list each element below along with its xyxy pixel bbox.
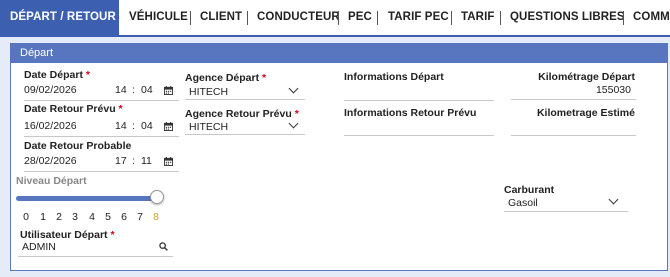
calendar-icon[interactable] [164,157,173,166]
tab-separator [338,11,339,25]
tab-conducteur[interactable]: CONDUCTEUR [257,0,340,35]
date-retour-prevu-hour[interactable]: 14 [115,120,127,132]
date-retour-prevu-input[interactable]: 16/02/2026 [24,120,77,132]
date-depart-hour[interactable]: 14 [115,84,127,96]
depart-panel: Départ Date Départ * 09/02/2026 14 : 04 … [10,43,668,271]
km-depart-input[interactable]: 155030 [531,84,631,96]
date-depart-input[interactable]: 09/02/2026 [24,84,77,96]
input-underline [344,135,494,136]
niveau-tick-5: 5 [105,211,111,223]
chevron-down-icon[interactable] [288,118,299,129]
tab-client[interactable]: CLIENT [200,0,242,35]
tab-bar: DÉPART / RETOUR VÉHICULE CLIENT CONDUCTE… [0,0,670,37]
chevron-down-icon[interactable] [288,83,299,94]
date-retour-probable-input[interactable]: 28/02/2026 [24,155,77,167]
tab-separator [247,11,248,25]
input-underline [344,100,494,101]
niveau-tick-0: 0 [23,211,29,223]
agence-depart-label: Agence Départ * [185,72,267,84]
tab-vehicule[interactable]: VÉHICULE [129,0,188,35]
niveau-tick-4: 4 [89,211,95,223]
date-retour-prevu-label: Date Retour Prévu * [24,103,123,115]
input-underline [185,134,305,135]
date-retour-prevu-minute[interactable]: 04 [141,120,153,132]
tab-depart-retour[interactable]: DÉPART / RETOUR [0,0,119,35]
input-underline [185,99,305,100]
utilisateur-depart-input[interactable]: ADMIN [22,241,56,253]
date-retour-probable-minute[interactable]: 11 [141,155,152,167]
input-underline [511,135,636,136]
tab-separator [190,11,191,25]
tab-separator [623,11,624,25]
agence-depart-select[interactable]: HITECH [189,86,228,98]
tab-pec[interactable]: PEC [348,0,372,35]
time-colon: : [132,155,135,167]
date-retour-probable-label: Date Retour Probable [24,140,132,152]
input-underline [511,99,636,100]
tab-separator [377,11,378,25]
niveau-depart-label: Niveau Départ [16,175,87,187]
date-depart-minute[interactable]: 04 [141,84,153,96]
niveau-tick-7: 7 [137,211,143,223]
utilisateur-depart-label: Utilisateur Départ * [20,229,115,241]
chevron-down-icon[interactable] [608,194,619,205]
ghost-text [206,149,209,160]
niveau-tick-2: 2 [56,211,62,223]
input-underline [24,171,179,172]
input-underline [18,256,173,257]
carburant-label: Carburant [504,184,555,196]
niveau-tick-6: 6 [121,211,127,223]
niveau-slider-track[interactable] [16,196,163,201]
tab-tarif-pec[interactable]: TARIF PEC [388,0,449,35]
niveau-tick-8: 8 [153,211,159,223]
carburant-select[interactable]: Gasoil [508,197,538,209]
date-retour-probable-hour[interactable]: 17 [115,155,127,167]
km-depart-label: Kilométrage Départ [538,71,635,83]
tab-separator [500,11,501,25]
panel-title: Départ [11,44,667,63]
calendar-icon[interactable] [164,86,173,95]
time-colon: : [132,120,135,132]
input-underline [24,100,179,101]
time-colon: : [132,84,135,96]
tab-separator [451,11,452,25]
niveau-tick-3: 3 [72,211,78,223]
tab-questions-libres[interactable]: QUESTIONS LIBRES [510,0,625,35]
informations-retour-prevu-label: Informations Retour Prévu [344,107,477,119]
agence-retour-prevu-label: Agence Retour Prévu * [185,108,299,120]
niveau-slider-thumb[interactable] [150,190,164,204]
search-icon[interactable] [159,242,168,251]
input-underline [24,136,179,137]
tab-tarif[interactable]: TARIF [461,0,495,35]
input-underline [504,211,628,212]
informations-depart-label: Informations Départ [344,71,444,83]
date-depart-label: Date Départ * [24,69,90,81]
tab-commentaires[interactable]: COMMEN [633,0,670,35]
agence-retour-prevu-select[interactable]: HITECH [189,121,228,133]
calendar-icon[interactable] [164,122,173,131]
niveau-tick-1: 1 [40,211,46,223]
km-estime-label: Kilometrage Estimé [536,107,635,119]
